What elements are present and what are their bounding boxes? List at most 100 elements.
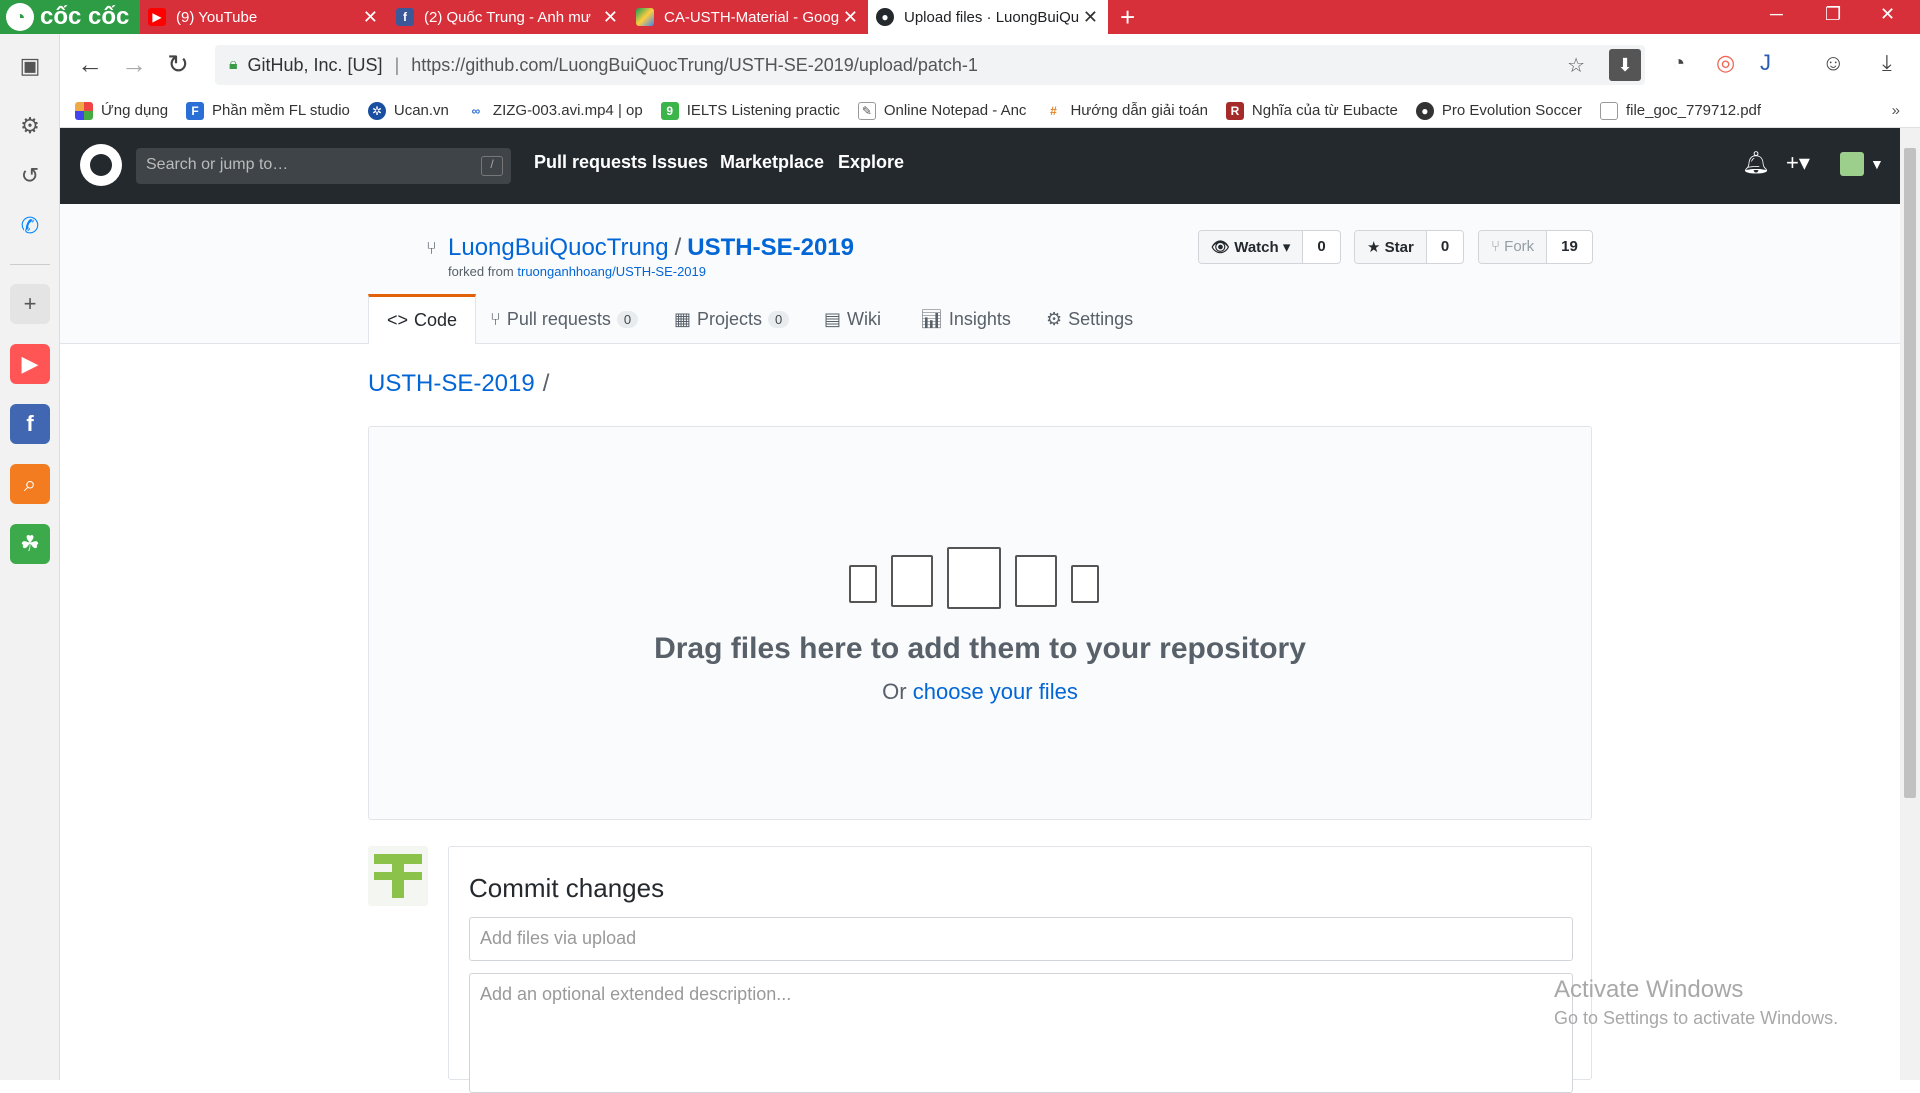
page-scrollbar[interactable] [1900, 128, 1920, 1080]
tab-count: 0 [616, 310, 639, 328]
bookmark-label: Nghĩa của từ Eubacte [1251, 102, 1398, 119]
close-icon[interactable]: ✕ [363, 7, 378, 28]
text-file-icon [1015, 555, 1057, 607]
star-bookmark-icon[interactable]: ☆ [1567, 53, 1585, 78]
close-icon[interactable]: ✕ [603, 7, 618, 28]
nav-explore[interactable]: Explore [838, 152, 904, 173]
coccoc-logo-icon: ◔ [6, 3, 34, 31]
bookmark-item[interactable]: ✲ Ucan.vn [367, 101, 449, 120]
star-label[interactable]: ★ Star [1355, 231, 1427, 263]
tab-pull-requests[interactable]: ⑂ Pull requests 0 [490, 294, 639, 344]
add-icon[interactable]: + [10, 284, 50, 324]
bookmark-item[interactable]: Ứng dụng [75, 101, 168, 120]
forked-from-link[interactable]: truonganhhoang/USTH-SE-2019 [517, 264, 706, 279]
breadcrumb-repo-link[interactable]: USTH-SE-2019 [368, 370, 535, 397]
tab-label: Insights [948, 308, 1011, 329]
gear-icon: ⚙ [1046, 308, 1063, 329]
chevron-down-icon[interactable]: ▼ [1870, 156, 1884, 172]
tab-code[interactable]: <> Code [368, 294, 477, 344]
download-page-icon[interactable]: ⬇ [1609, 49, 1641, 81]
extension-j-icon[interactable]: J [1760, 50, 1771, 76]
nav-marketplace[interactable]: Marketplace [720, 152, 824, 173]
repo-title: LuongBuiQuocTrung / USTH-SE-2019 [448, 234, 854, 262]
history-icon[interactable]: ↺ [10, 156, 50, 196]
coccoc-app-icon[interactable]: ☘ [10, 524, 50, 564]
fork-button[interactable]: ⑂ Fork 19 [1478, 230, 1593, 264]
close-window-icon[interactable]: ✕ [1880, 4, 1895, 25]
bookmark-item[interactable]: R Nghĩa của từ Eubacte [1225, 101, 1398, 120]
bookmark-item[interactable]: 9 IELTS Listening practic [660, 101, 840, 120]
tab-facebook[interactable]: f (2) Quốc Trung - Anh mư ✕ [388, 0, 628, 34]
github-logo-icon[interactable] [80, 144, 122, 186]
close-icon[interactable]: ✕ [1083, 7, 1098, 28]
browser-toolbar: ← → ↻ 🔒︎ GitHub, Inc. [US] | https://git… [60, 34, 1920, 94]
star-count[interactable]: 0 [1427, 231, 1463, 263]
file-drop-zone[interactable]: Drag files here to add them to your repo… [368, 426, 1592, 820]
bookmark-item[interactable]: F Phần mềm FL studio [186, 101, 350, 120]
extension-icon[interactable]: ◎ [1716, 50, 1735, 76]
fork-label[interactable]: ⑂ Fork [1479, 231, 1548, 263]
repo-name-link[interactable]: USTH-SE-2019 [687, 234, 854, 261]
close-icon[interactable]: ✕ [843, 7, 858, 28]
more-bookmarks-icon[interactable]: » [1892, 102, 1900, 119]
bookmark-item[interactable]: # Hướng dẫn giải toán [1044, 102, 1208, 120]
youtube-icon[interactable]: ▶ [10, 344, 50, 384]
sidebar-divider [10, 264, 50, 265]
tab-github-upload[interactable]: ● Upload files · LuongBuiQu ✕ [868, 0, 1108, 34]
avatar [368, 846, 428, 906]
browser-logo[interactable]: ◔ cốc cốc [0, 0, 140, 34]
scrollbar-thumb[interactable] [1904, 148, 1916, 798]
forward-icon[interactable]: → [116, 46, 152, 82]
avatar[interactable] [1840, 152, 1864, 176]
graph-icon: 📊︎ [920, 308, 943, 329]
tab-insights[interactable]: 📊︎ Insights [920, 294, 1011, 344]
choose-files-link[interactable]: choose your files [913, 679, 1078, 704]
gear-icon[interactable]: ⚙ [10, 106, 50, 146]
star-button[interactable]: ★ Star 0 [1354, 230, 1465, 264]
watch-button[interactable]: 👁︎ Watch ▾ 0 [1198, 230, 1341, 264]
download-icon[interactable]: ⤓ [1882, 50, 1892, 76]
tab-settings[interactable]: ⚙ Settings [1046, 294, 1133, 344]
search-shortcut-badge: / [481, 156, 503, 176]
back-icon[interactable]: ← [72, 46, 108, 82]
messenger-icon[interactable]: ✆ [10, 206, 50, 246]
bell-icon[interactable]: 🔔︎ [1742, 150, 1770, 176]
bookmarks-bar: Ứng dụng F Phần mềm FL studio ✲ Ucan.vn ∞ Z… [60, 94, 1920, 128]
repo-owner-link[interactable]: LuongBuiQuocTrung [448, 234, 669, 261]
search-input[interactable]: Search or jump to… / [136, 148, 511, 184]
tab-label: Upload files · LuongBuiQu [904, 8, 1079, 26]
bookmark-item[interactable]: ∞ ZIZG-003.avi.mp4 | op [467, 102, 643, 120]
watch-count[interactable]: 0 [1303, 231, 1339, 263]
search-icon[interactable]: ⌕ [10, 464, 50, 504]
watch-label[interactable]: 👁︎ Watch ▾ [1199, 231, 1304, 263]
browser-sidebar: ▣ ⚙ ↺ ✆ + ▶ f ⌕ ☘ [0, 34, 60, 1080]
nav-issues[interactable]: Issues [652, 152, 708, 173]
create-new-icon[interactable]: +▾ [1786, 150, 1810, 176]
bookmark-item[interactable]: file_goc_779712.pdf [1599, 101, 1762, 120]
tab-projects[interactable]: ▦ Projects 0 [674, 294, 790, 344]
tab-youtube[interactable]: ▶ (9) YouTube ✕ [140, 0, 388, 34]
nav-pull-requests[interactable]: Pull requests [534, 152, 647, 173]
emoji-icon[interactable]: ☺ [1822, 50, 1844, 76]
speed-icon[interactable]: ◔ [1672, 50, 1685, 76]
r-icon: R [1225, 101, 1244, 120]
fork-count[interactable]: 19 [1547, 231, 1592, 263]
minimize-icon[interactable]: ─ [1770, 4, 1783, 25]
reload-icon[interactable]: ↻ [160, 46, 196, 82]
commit-description-input[interactable]: Add an optional extended description... [469, 973, 1573, 1093]
facebook-icon[interactable]: f [10, 404, 50, 444]
bookmark-item[interactable]: ● Pro Evolution Soccer [1415, 101, 1582, 120]
bookmark-item[interactable]: ✎ Online Notepad - Anc [857, 101, 1026, 120]
tab-google-drive[interactable]: CA-USTH-Material - Goog ✕ [628, 0, 868, 34]
fork-text: Fork [1504, 238, 1535, 255]
star-text: Star [1384, 239, 1414, 256]
commit-summary-input[interactable]: Add files via upload [469, 917, 1573, 961]
tab-wiki[interactable]: ▤ Wiki [824, 294, 881, 344]
new-tab-button[interactable]: + [1120, 2, 1135, 33]
address-bar[interactable]: 🔒︎ GitHub, Inc. [US] | https://github.co… [215, 45, 1645, 85]
bookmark-label: file_goc_779712.pdf [1625, 102, 1762, 119]
bookmark-label: Hướng dẫn giải toán [1070, 102, 1208, 119]
sidebar-toggle-icon[interactable]: ▣ [10, 46, 50, 86]
restore-icon[interactable]: ❐ [1825, 4, 1841, 25]
youtube-icon: ▶ [148, 8, 166, 26]
